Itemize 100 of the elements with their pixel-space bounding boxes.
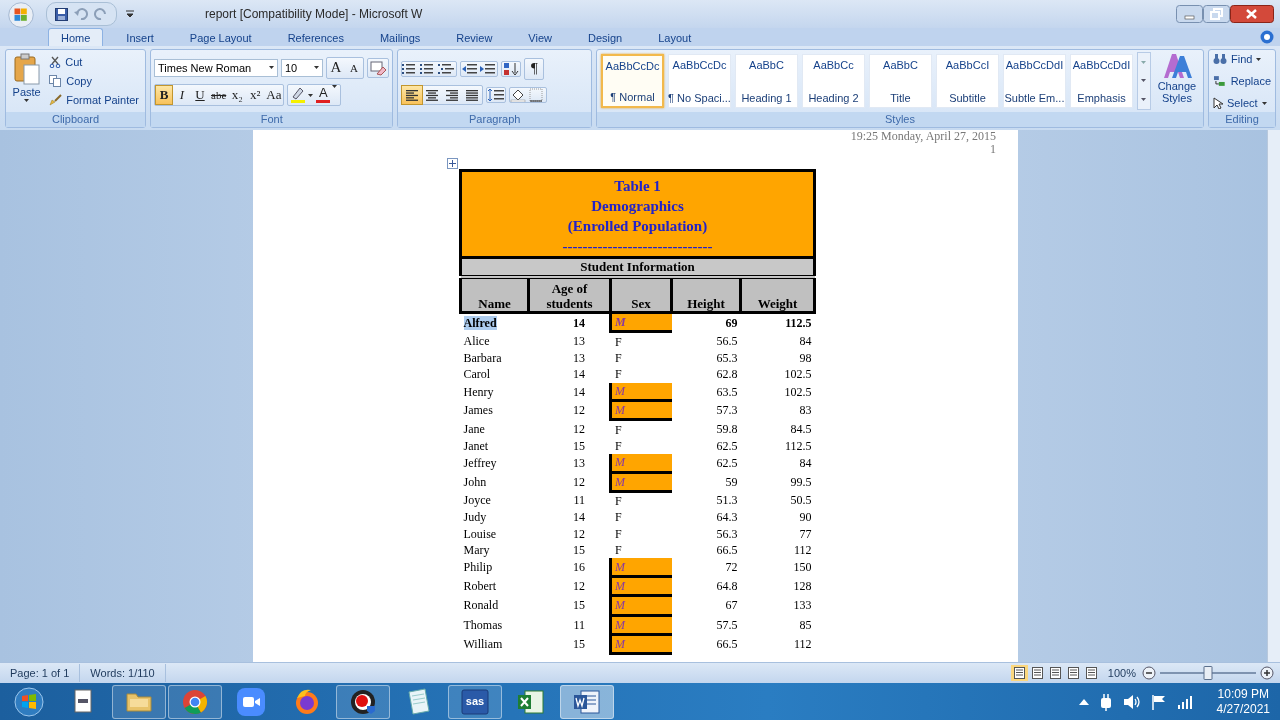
format-button[interactable]: U [191, 84, 209, 105]
ribbon-tab[interactable]: View [515, 28, 565, 46]
table-cell: 62.5 [671, 454, 741, 472]
grow-font-button[interactable]: A [327, 57, 345, 78]
style-option[interactable]: AaBbCcDdI Subtle Em... [1003, 54, 1066, 108]
table-cell-text: 50.5 [789, 492, 813, 510]
table-cell: 15 [528, 437, 611, 455]
clipboard-icon [13, 53, 40, 85]
table-cell-text: 102.5 [783, 383, 813, 401]
table-cell-text: 112 [793, 542, 813, 559]
format-button[interactable]: x₂ [228, 84, 247, 105]
format-button[interactable]: B [155, 84, 173, 105]
column-header: Weight [740, 277, 815, 313]
table-cell: 67 [671, 595, 741, 616]
taskbar-button[interactable] [336, 685, 390, 719]
scrollbar[interactable] [1267, 130, 1280, 662]
format-button[interactable]: abe [209, 84, 229, 105]
taskbar-button[interactable] [560, 685, 614, 719]
signal-icon[interactable] [1176, 695, 1193, 709]
style-sample: AaBbCcDc [672, 59, 727, 71]
style-name: Title [890, 92, 911, 104]
ribbon-tab[interactable]: Mailings [366, 28, 434, 46]
plug-icon[interactable] [1098, 693, 1113, 711]
show-hidden-icons-button[interactable] [1078, 699, 1089, 705]
table-cell-text: F [614, 349, 623, 367]
font-size-field[interactable]: 10 [281, 58, 323, 77]
style-option[interactable]: AaBbCcI Subtitle [936, 54, 999, 108]
table-cell: M [610, 454, 672, 472]
format-button[interactable]: x² [246, 84, 265, 105]
format-painter-button[interactable]: Format Painter [47, 92, 141, 107]
format-button[interactable]: Aa [264, 84, 284, 105]
help-icon[interactable] [1260, 30, 1274, 44]
table-cell-text: 84 [798, 455, 813, 472]
line-spacing-icon[interactable] [487, 87, 506, 102]
cursor-icon [1213, 97, 1223, 109]
view-mode-icon[interactable] [1010, 665, 1028, 681]
table-cell-text: 84.5 [789, 420, 813, 438]
table-cell-text: Joyce [462, 492, 492, 510]
table-cell-text: 133 [792, 597, 813, 615]
style-option[interactable]: AaBbCc Heading 2 [802, 54, 865, 108]
cut-button[interactable]: Cut [47, 55, 141, 70]
table-cell: 13 [528, 331, 611, 350]
table-cell-text: 13 [572, 349, 586, 367]
clear-formatting-icon[interactable] [368, 58, 388, 77]
replace-button[interactable]: Replace [1211, 74, 1273, 88]
shrink-font-button[interactable]: A [345, 57, 363, 78]
video-camera-icon [235, 686, 267, 718]
ribbon-tab[interactable]: Review [443, 28, 506, 46]
style-option[interactable]: AaBbC Title [869, 54, 932, 108]
table-cell-text: 77 [798, 525, 813, 543]
table-cell: M [610, 400, 672, 420]
speaker-icon[interactable] [1122, 694, 1141, 710]
find-button[interactable]: Find [1211, 52, 1273, 66]
ribbon-tab[interactable]: Home [48, 28, 104, 46]
multilevel-list-icon[interactable] [438, 61, 457, 76]
customize-caret-icon[interactable] [125, 10, 135, 18]
table-cell: 51.3 [671, 491, 741, 510]
group-label: Editing [1209, 112, 1275, 127]
decrease-indent-icon[interactable] [461, 61, 480, 76]
change-styles-button[interactable]: Change Styles [1154, 52, 1199, 110]
paste-button[interactable]: Paste [10, 53, 44, 109]
start-button[interactable] [14, 687, 44, 717]
slider-thumb[interactable] [1203, 666, 1213, 680]
copy-button[interactable]: Copy [47, 74, 141, 88]
zoom-in-button[interactable] [1260, 666, 1274, 680]
office-button[interactable] [8, 1, 34, 28]
table-cell: F [610, 366, 672, 383]
flag-icon[interactable] [1150, 694, 1167, 710]
increase-indent-icon[interactable] [479, 61, 498, 76]
shading-icon[interactable] [510, 87, 529, 102]
font-name-field[interactable]: Times New Roman [154, 58, 278, 77]
save-icon[interactable] [55, 7, 68, 21]
table-title-line: ------------------------------ [561, 237, 714, 256]
ribbon-tab[interactable]: Page Layout [176, 28, 265, 46]
close-button[interactable] [1230, 5, 1274, 23]
ribbon-tab[interactable]: Layout [645, 28, 705, 46]
table-cell: 14 [528, 382, 611, 401]
ribbon-tab[interactable]: Insert [113, 28, 167, 46]
ribbon-tab[interactable]: References [274, 28, 357, 46]
table-cell: 15 [528, 634, 611, 654]
ribbon-tab[interactable]: Design [575, 28, 636, 46]
taskbar-button[interactable]: sas [448, 685, 502, 719]
style-option[interactable]: AaBbCcDc ¶ Normal [601, 54, 664, 108]
style-option[interactable]: AaBbCcDdI Emphasis [1070, 54, 1133, 108]
select-button[interactable]: Select [1211, 96, 1273, 110]
style-option[interactable]: AaBbCcDc ¶ No Spaci... [668, 54, 731, 108]
show-formatting-button[interactable]: ¶ [525, 58, 544, 79]
table-cell: 62.5 [671, 437, 741, 455]
table-cell: 13 [528, 454, 611, 472]
style-option[interactable]: AaBbC Heading 1 [735, 54, 798, 108]
align-left-icon[interactable] [402, 85, 423, 104]
caret-icon [269, 66, 274, 69]
sort-icon[interactable] [502, 61, 521, 76]
table-cell: M [610, 472, 672, 492]
table-move-handle[interactable] [447, 158, 458, 169]
gallery-scroller[interactable] [1137, 52, 1151, 110]
zoom-out-button[interactable] [1142, 666, 1156, 680]
restore-button[interactable] [1203, 5, 1230, 23]
format-button[interactable]: I [173, 84, 191, 105]
table-cell: 72 [671, 558, 741, 577]
